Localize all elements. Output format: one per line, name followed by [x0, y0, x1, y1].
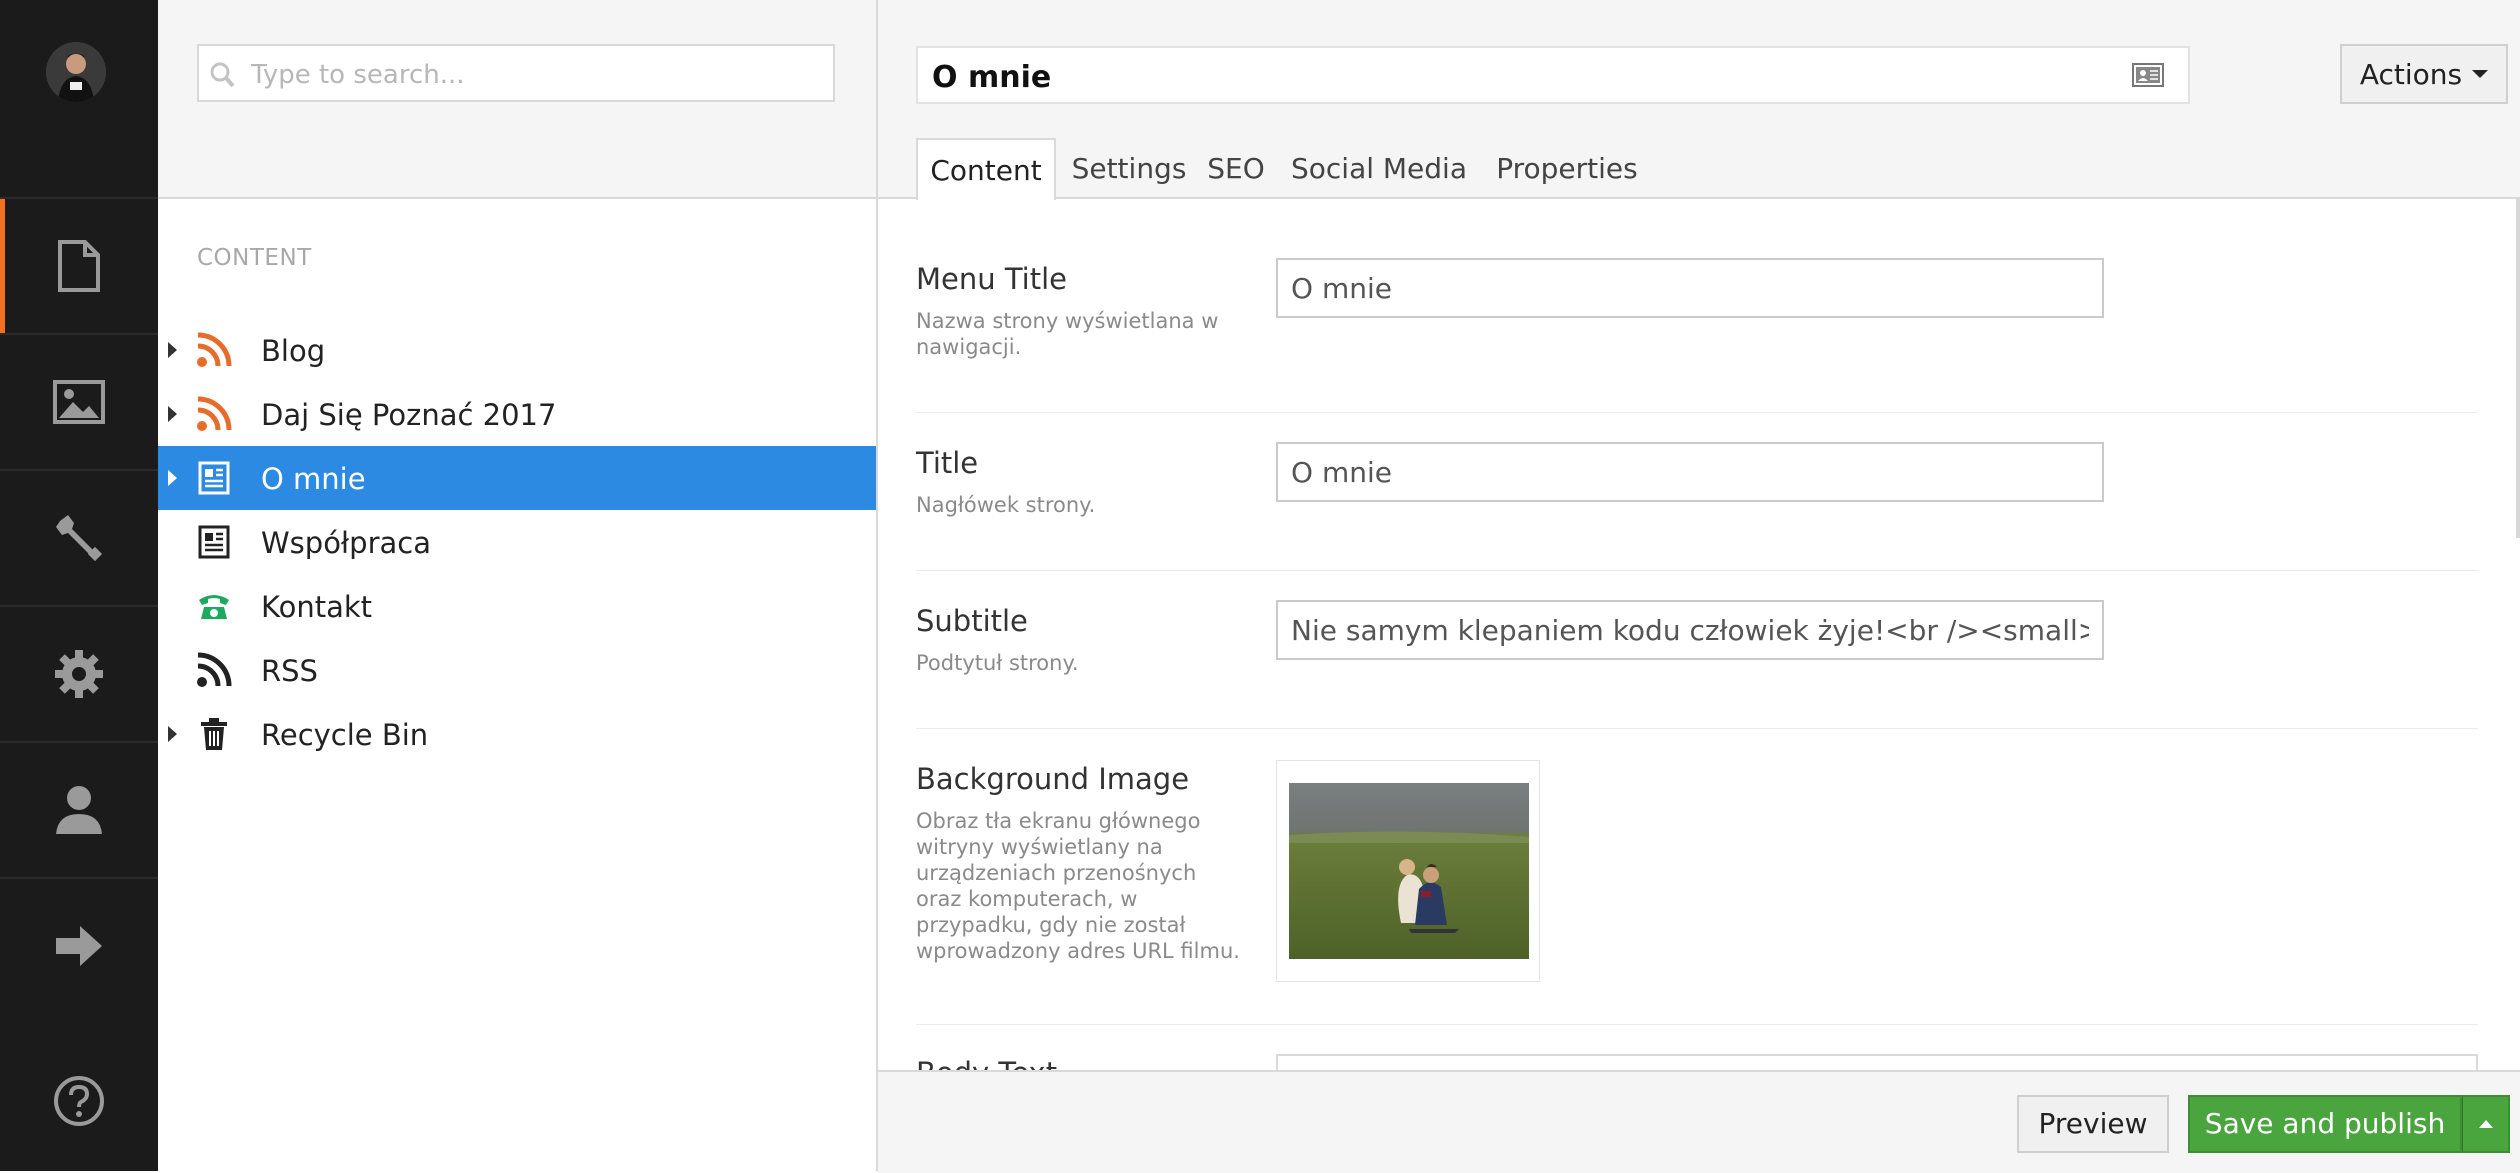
avatar-image	[46, 42, 106, 102]
id-card-icon[interactable]	[2132, 63, 2164, 87]
title-label: Title	[916, 446, 979, 480]
content-section[interactable]	[0, 199, 158, 333]
tree-item-daj-sie-poznac[interactable]: Daj Się Poznać 2017	[158, 382, 876, 446]
arrow-right-icon	[56, 926, 102, 966]
background-image-label: Background Image	[916, 762, 1190, 796]
rss-icon	[197, 652, 232, 687]
avatar[interactable]	[46, 42, 106, 102]
menu-title-label: Menu Title	[916, 262, 1067, 296]
tree-section-title: CONTENT	[197, 245, 312, 271]
help-icon	[54, 1076, 104, 1126]
tree-item-label: Kontakt	[261, 590, 373, 624]
node-name-box[interactable]	[916, 46, 2190, 104]
tab-social-media[interactable]: Social Media	[1278, 138, 1480, 198]
search-box[interactable]	[197, 44, 835, 102]
actions-button[interactable]: Actions	[2340, 44, 2508, 104]
menu-title-description: Nazwa strony wyświetlana w nawigacji.	[916, 309, 1219, 359]
expand-caret-icon[interactable]	[168, 470, 177, 486]
content-tree-panel: CONTENT Blog Daj Się Poznać 2017 O mnie	[158, 0, 878, 1171]
article-icon	[198, 461, 230, 495]
title-description: Nagłówek strony.	[916, 493, 1096, 517]
editor-footer: Preview Save and publish	[878, 1070, 2520, 1173]
property-divider	[916, 412, 2478, 413]
tree-item-rss[interactable]: RSS	[158, 638, 876, 702]
settings-section[interactable]	[0, 607, 158, 741]
subtitle-description: Podtytuł strony.	[916, 651, 1079, 675]
tree-item-label: O mnie	[261, 462, 366, 496]
expand-caret-icon[interactable]	[168, 406, 177, 422]
tab-seo[interactable]: SEO	[1200, 138, 1272, 198]
document-icon	[58, 240, 100, 292]
property-divider	[916, 570, 2478, 571]
developer-section[interactable]	[0, 471, 158, 605]
search-icon	[210, 62, 235, 88]
property-divider	[916, 1024, 2478, 1025]
tab-content[interactable]: Content	[916, 138, 1056, 200]
tree-item-label: Recycle Bin	[261, 718, 429, 752]
users-section[interactable]	[0, 743, 158, 877]
tree-item-blog[interactable]: Blog	[158, 318, 876, 382]
property-divider	[916, 728, 2478, 729]
expand-caret-icon[interactable]	[168, 342, 177, 358]
background-image-thumbnail[interactable]	[1289, 783, 1529, 959]
editor-scrollbar[interactable]	[2516, 198, 2520, 538]
media-section[interactable]	[0, 335, 158, 469]
tree-item-recycle-bin[interactable]: Recycle Bin	[158, 702, 876, 766]
save-and-publish-button[interactable]: Save and publish	[2188, 1095, 2462, 1153]
tab-settings[interactable]: Settings	[1064, 138, 1194, 198]
tree-item-kontakt[interactable]: Kontakt	[158, 574, 876, 638]
background-image-description: Obraz tła ekranu głównego witryny wyświe…	[916, 809, 1240, 963]
search-input[interactable]	[249, 54, 823, 96]
subtitle-label: Subtitle	[916, 604, 1028, 638]
menu-title-input[interactable]	[1276, 258, 2104, 318]
rss-icon	[197, 396, 232, 431]
editor-header: Actions Content Settings SEO Social Medi…	[878, 0, 2520, 200]
rss-icon	[197, 332, 232, 367]
preview-button[interactable]: Preview	[2017, 1095, 2169, 1153]
phone-icon	[199, 595, 229, 619]
trash-icon	[201, 718, 227, 750]
editor-panel: Actions Content Settings SEO Social Medi…	[878, 0, 2520, 1173]
chevron-down-icon	[2472, 70, 2489, 78]
wrench-icon	[56, 515, 103, 562]
chevron-up-icon	[2478, 1120, 2493, 1128]
tab-properties[interactable]: Properties	[1486, 138, 1648, 198]
node-name-input[interactable]	[930, 55, 2114, 99]
image-icon	[53, 380, 105, 424]
help-section[interactable]	[0, 1034, 158, 1168]
background-image-picker[interactable]	[1276, 760, 1540, 982]
tree-item-label: Blog	[261, 334, 326, 368]
tree-item-label: RSS	[261, 654, 318, 688]
article-icon	[198, 525, 230, 559]
publish-options-button[interactable]	[2462, 1095, 2510, 1153]
tree-item-wspolpraca[interactable]: Współpraca	[158, 510, 876, 574]
subtitle-input[interactable]	[1276, 600, 2104, 660]
section-rail	[0, 0, 158, 1171]
tree-header	[158, 0, 876, 199]
user-icon	[56, 786, 102, 834]
tree-item-label: Współpraca	[261, 526, 431, 560]
tree-item-label: Daj Się Poznać 2017	[261, 398, 557, 432]
actions-label: Actions	[2359, 57, 2463, 91]
gear-icon	[55, 650, 103, 698]
tree-item-o-mnie[interactable]: O mnie	[158, 446, 876, 510]
expand-caret-icon[interactable]	[168, 726, 177, 742]
forms-section[interactable]	[0, 879, 158, 1013]
title-input[interactable]	[1276, 442, 2104, 502]
